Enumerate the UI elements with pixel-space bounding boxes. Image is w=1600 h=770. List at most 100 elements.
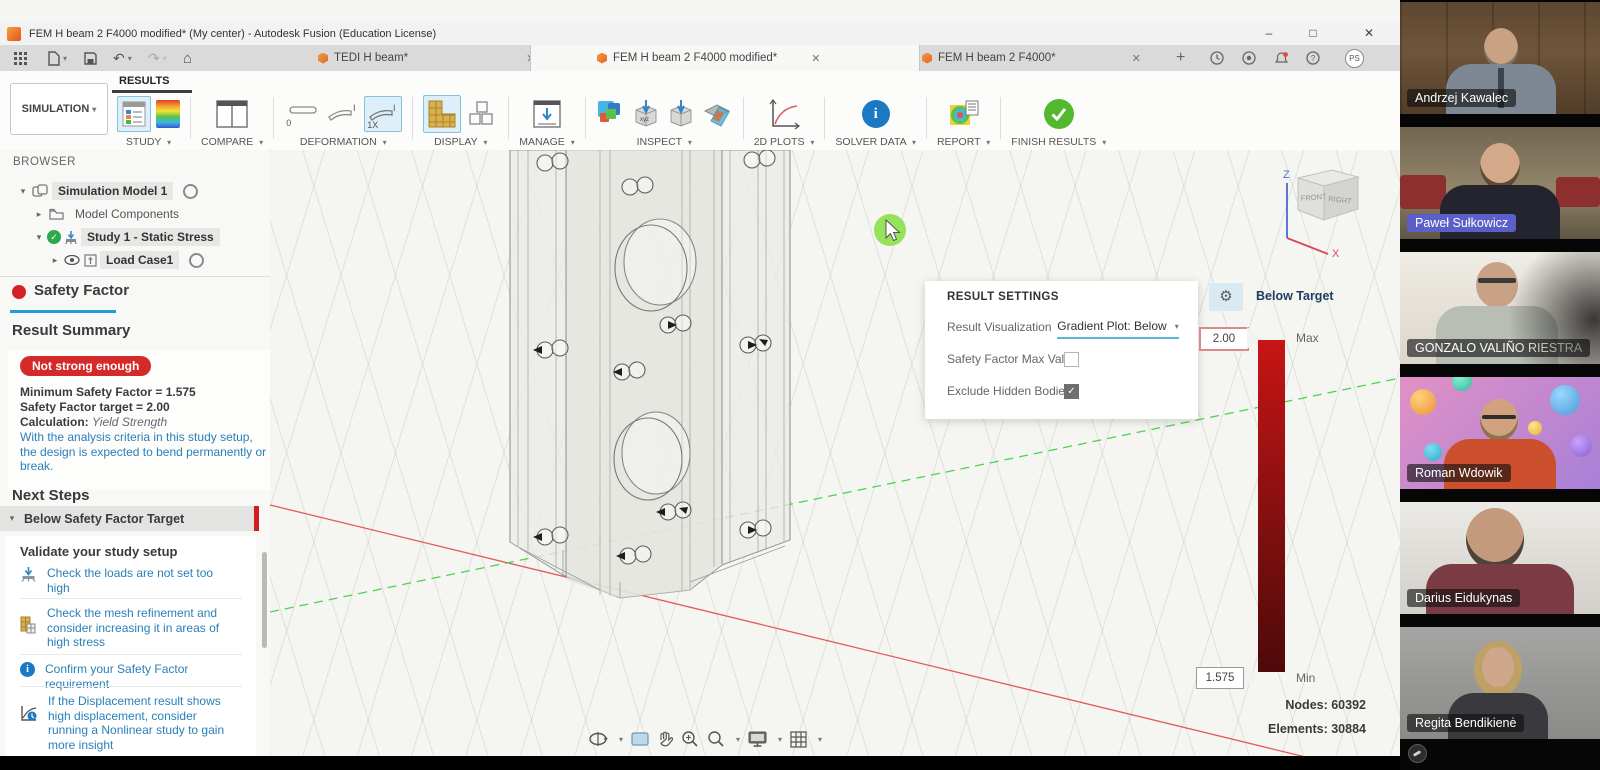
- save-icon[interactable]: [84, 48, 97, 68]
- legend-settings-gear-icon[interactable]: ⚙: [1209, 283, 1243, 311]
- notifications-bell-icon[interactable]: [1274, 48, 1289, 68]
- chevron-right-icon[interactable]: ▸: [50, 255, 60, 266]
- tree-item-simulation-model[interactable]: ▾ Simulation Model 1: [0, 180, 288, 202]
- tree-item-label: Study 1 - Static Stress: [81, 228, 220, 246]
- participant-tile[interactable]: Andrzej Kawalec: [1400, 2, 1600, 114]
- dropdown-caret-icon[interactable]: ▾: [778, 735, 782, 744]
- pan-hand-icon[interactable]: [657, 731, 673, 748]
- tab-close-icon[interactable]: ✕: [811, 52, 820, 65]
- view-cube[interactable]: Z X FRONT RIGHT: [1270, 158, 1370, 258]
- probe-xyz-icon[interactable]: xyz: [631, 98, 661, 130]
- exclude-hidden-checkbox[interactable]: ✓: [1064, 384, 1079, 399]
- legend-header: Below Target: [1256, 289, 1334, 303]
- user-avatar[interactable]: PS: [1345, 49, 1364, 68]
- compare-icon[interactable]: [215, 99, 249, 129]
- ribbon-tab-results[interactable]: RESULTS: [119, 75, 170, 87]
- legend-max-input[interactable]: 2.00: [1199, 327, 1249, 351]
- deformation-none-icon[interactable]: 0: [284, 99, 320, 129]
- activate-radio[interactable]: [189, 253, 204, 268]
- bodies-display-icon[interactable]: [466, 98, 498, 130]
- next-step-item[interactable]: Check the mesh refinement and consider i…: [20, 606, 232, 650]
- finish-results-icon[interactable]: [1044, 99, 1074, 129]
- group-label-display[interactable]: DISPLAY: [434, 136, 477, 148]
- display-settings-icon[interactable]: [748, 731, 767, 747]
- inspect-results-icon[interactable]: [596, 99, 626, 129]
- zoom-icon[interactable]: [681, 730, 699, 748]
- next-step-item[interactable]: If the Displacement result shows high di…: [20, 694, 233, 752]
- group-label-finish[interactable]: FINISH RESULTS: [1011, 136, 1096, 148]
- fit-icon[interactable]: [707, 730, 725, 748]
- group-label-study[interactable]: STUDY: [126, 136, 161, 148]
- next-step-item[interactable]: Check the loads are not set too high: [20, 566, 232, 595]
- file-menu-button[interactable]: ▾: [48, 48, 67, 68]
- doc-tab-3[interactable]: FEM H beam 2 F4000* ✕: [922, 45, 1141, 71]
- maximize-button[interactable]: □: [1296, 22, 1330, 45]
- window-title: FEM H beam 2 F4000 modified* (My center)…: [29, 28, 436, 40]
- model-canvas[interactable]: [270, 150, 1400, 756]
- tree-item-study1[interactable]: ▾ ✓ Study 1 - Static Stress: [0, 226, 304, 248]
- mesh-display-icon[interactable]: [423, 95, 461, 133]
- participant-tile[interactable]: Darius Eidukynas: [1400, 502, 1600, 614]
- home-icon[interactable]: ⌂: [183, 48, 192, 68]
- dropdown-caret-icon[interactable]: ▾: [818, 735, 822, 744]
- group-label-report[interactable]: REPORT: [937, 136, 980, 148]
- close-button[interactable]: ✕: [1352, 22, 1386, 45]
- visualization-value: Gradient Plot: Below: [1057, 319, 1166, 333]
- chevron-right-icon[interactable]: ▸: [34, 209, 44, 220]
- dropdown-caret-icon: ▾: [167, 138, 171, 147]
- probe-icon[interactable]: [666, 98, 696, 130]
- dropdown-caret-icon[interactable]: ▾: [619, 735, 623, 744]
- job-status-icon[interactable]: [1242, 48, 1256, 68]
- manage-icon[interactable]: [531, 99, 563, 129]
- component-icon: [32, 184, 48, 198]
- orbit-icon[interactable]: [588, 731, 608, 747]
- grid-settings-icon[interactable]: [790, 731, 807, 748]
- group-label-inspect[interactable]: INSPECT: [637, 136, 682, 148]
- participant-tile[interactable]: Paweł Sułkowicz: [1400, 127, 1600, 239]
- deformation-scaled-icon[interactable]: I 1X: [364, 96, 402, 132]
- legend-color-bar[interactable]: [1258, 340, 1285, 672]
- group-label-solver[interactable]: SOLVER DATA: [835, 136, 906, 148]
- help-icon[interactable]: ?: [1306, 48, 1320, 68]
- deformation-actual-icon[interactable]: I: [325, 99, 359, 129]
- redo-button[interactable]: ↷▾: [148, 48, 167, 68]
- panel-scrollbar[interactable]: [262, 552, 267, 648]
- doc-tab-1[interactable]: TEDI H beam* ✕: [318, 45, 535, 71]
- group-label-compare[interactable]: COMPARE: [201, 136, 253, 148]
- max-value-checkbox[interactable]: [1064, 352, 1079, 367]
- undo-button[interactable]: ↶▾: [113, 48, 132, 68]
- slice-plane-icon[interactable]: [701, 99, 733, 129]
- tab-close-icon[interactable]: ✕: [1132, 52, 1141, 65]
- legend-min-input[interactable]: 1.575: [1196, 667, 1244, 689]
- recent-icon[interactable]: [1210, 48, 1224, 68]
- deformation-onex-label: 1X: [367, 120, 378, 130]
- participant-name: Roman Wdowik: [1407, 464, 1511, 482]
- visibility-eye-icon[interactable]: [64, 255, 80, 265]
- group-label-deformation[interactable]: DEFORMATION: [300, 136, 377, 148]
- chevron-down-icon[interactable]: ▾: [18, 186, 28, 197]
- app-menu-icon[interactable]: [14, 48, 27, 68]
- model-viewport[interactable]: Z X FRONT RIGHT RESULT SETTINGS Result V…: [270, 150, 1400, 756]
- tree-item-model-components[interactable]: ▸ Model Components: [0, 203, 304, 225]
- visualization-dropdown[interactable]: Gradient Plot: Below ▾: [1057, 315, 1179, 339]
- participant-tile[interactable]: GONZALO VALIÑO RIESTRA: [1400, 252, 1600, 364]
- participant-tile[interactable]: Roman Wdowik: [1400, 377, 1600, 489]
- dropdown-caret-icon[interactable]: ▾: [736, 735, 740, 744]
- legend-colors-icon[interactable]: [156, 100, 180, 128]
- participant-tile[interactable]: Regita Bendikienė: [1400, 627, 1600, 739]
- group-label-manage[interactable]: MANAGE: [519, 136, 565, 148]
- solver-data-icon[interactable]: i: [862, 100, 890, 128]
- group-label-2dplots[interactable]: 2D PLOTS: [754, 136, 805, 148]
- activate-radio[interactable]: [183, 184, 198, 199]
- doc-tab-2-active[interactable]: FEM H beam 2 F4000 modified* ✕: [530, 45, 920, 71]
- minimize-button[interactable]: –: [1252, 22, 1286, 45]
- workspace-selector[interactable]: SIMULATION ▾: [10, 83, 108, 135]
- study-results-icon[interactable]: [117, 96, 151, 132]
- look-at-icon[interactable]: [631, 732, 649, 746]
- next-steps-group-row[interactable]: ▾ Below Safety Factor Target: [0, 506, 259, 531]
- chevron-down-icon[interactable]: ▾: [34, 232, 44, 243]
- new-tab-icon[interactable]: +: [1176, 48, 1185, 68]
- report-icon[interactable]: [948, 99, 980, 129]
- 2d-plots-icon[interactable]: [767, 98, 801, 130]
- glasses: [1482, 415, 1516, 419]
